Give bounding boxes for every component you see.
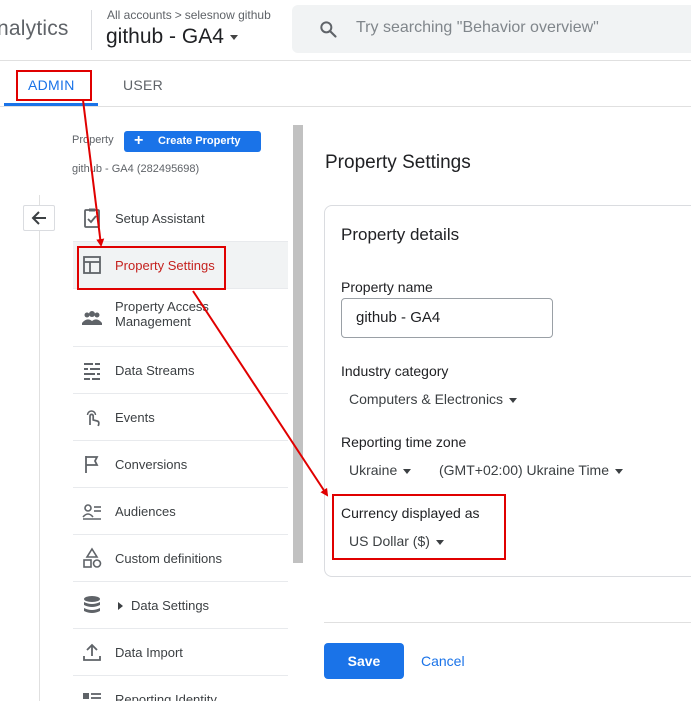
create-property-label: Create Property <box>158 135 241 147</box>
nav-item-label: Data Streams <box>115 363 195 378</box>
nav-item-audiences[interactable]: Audiences <box>73 488 288 535</box>
industry-category-label: Industry category <box>341 363 449 379</box>
expand-arrow-icon[interactable] <box>118 602 123 610</box>
upload-icon <box>83 643 101 661</box>
breadcrumb-account[interactable]: selesnow github <box>185 8 271 22</box>
annotation-box-admin <box>16 70 92 101</box>
header-divider <box>91 10 92 50</box>
time-zone-dropdown[interactable]: (GMT+02:00) Ukraine Time <box>439 462 623 478</box>
card-title: Property details <box>341 225 460 244</box>
page-title: Property Settings <box>325 152 471 173</box>
back-button[interactable] <box>23 205 55 231</box>
audience-icon <box>82 504 101 520</box>
time-zone-label: Reporting time zone <box>341 434 467 450</box>
breadcrumb-separator: > <box>174 8 182 22</box>
scrollbar[interactable] <box>293 125 303 563</box>
nav-item-label: Audiences <box>115 504 176 519</box>
industry-category-dropdown[interactable]: Computers & Electronics <box>349 391 518 407</box>
page: nalytics All accounts > selesnow github gi… <box>0 0 691 701</box>
identity-icon <box>83 693 101 699</box>
annotation-box-currency <box>332 494 506 560</box>
search-placeholder: Try searching "Behavior overview" <box>356 19 599 36</box>
breadcrumb-all-accounts[interactable]: All accounts <box>107 8 172 22</box>
property-selector[interactable]: github - GA4 <box>106 25 238 49</box>
nav-item-label: Conversions <box>115 457 188 472</box>
nav-item-data-import[interactable]: Data Import <box>73 629 288 676</box>
touch-icon <box>86 410 100 427</box>
tab-user[interactable]: USER <box>123 77 163 93</box>
nav-item-custom-definitions[interactable]: Custom definitions <box>73 535 288 582</box>
nav-item-label: Reporting Identity <box>115 692 217 701</box>
actions-divider <box>324 622 691 623</box>
nav-item-property-access-management[interactable]: Property Access Management <box>73 289 288 347</box>
chevron-down-icon <box>509 397 518 403</box>
nav-item-label: Data Import <box>115 645 183 660</box>
chevron-down-icon <box>615 468 623 474</box>
column-divider <box>39 195 40 701</box>
cancel-button[interactable]: Cancel <box>421 653 465 669</box>
analytics-logo-text: nalytics <box>0 17 69 40</box>
property-name-input[interactable]: github - GA4 <box>341 298 553 338</box>
industry-category-value: Computers & Electronics <box>349 391 504 407</box>
plus-icon: + <box>134 132 144 149</box>
chevron-down-icon <box>403 468 412 474</box>
people-icon <box>82 311 102 325</box>
nav-item-label: Property Access Management <box>115 299 209 329</box>
arrow-back-icon <box>31 211 46 225</box>
nav-item-setup-assistant[interactable]: Setup Assistant <box>73 195 288 242</box>
flag-icon <box>85 456 99 473</box>
time-zone-country-dropdown[interactable]: Ukraine <box>349 462 412 478</box>
top-bar: nalytics All accounts > selesnow github gi… <box>0 0 691 61</box>
data-streams-icon <box>84 363 100 380</box>
create-property-button[interactable]: + Create Property <box>124 131 261 152</box>
nav-item-data-settings[interactable]: Data Settings <box>73 582 288 629</box>
chevron-down-icon <box>229 34 238 40</box>
admin-user-tabs: ADMIN USER <box>0 61 691 107</box>
shapes-icon <box>83 547 102 568</box>
nav-item-label: Custom definitions <box>115 551 222 566</box>
property-column-label: Property <box>72 134 114 146</box>
nav-item-label: Data Settings <box>131 598 210 613</box>
active-tab-indicator <box>4 103 98 106</box>
breadcrumb[interactable]: All accounts > selesnow github <box>107 8 271 22</box>
property-id: github - GA4 (282495698) <box>72 163 200 175</box>
nav-item-conversions[interactable]: Conversions <box>73 441 288 488</box>
nav-item-data-streams[interactable]: Data Streams <box>73 347 288 394</box>
clipboard-check-icon <box>84 208 100 228</box>
search-icon <box>320 21 337 38</box>
nav-item-reporting-identity[interactable]: Reporting Identity <box>73 676 288 701</box>
nav-item-label: Events <box>115 410 155 425</box>
database-icon <box>84 596 100 613</box>
nav-item-events[interactable]: Events <box>73 394 288 441</box>
search-bar[interactable]: Try searching "Behavior overview" <box>292 5 691 53</box>
nav-item-label: Setup Assistant <box>115 211 205 226</box>
time-zone-country-value: Ukraine <box>349 462 398 478</box>
save-button[interactable]: Save <box>324 643 404 679</box>
time-zone-value: (GMT+02:00) Ukraine Time <box>439 462 609 478</box>
annotation-box-property-settings <box>77 246 226 290</box>
property-name-label: Property name <box>341 279 433 295</box>
property-selector-label: github - GA4 <box>106 25 224 48</box>
